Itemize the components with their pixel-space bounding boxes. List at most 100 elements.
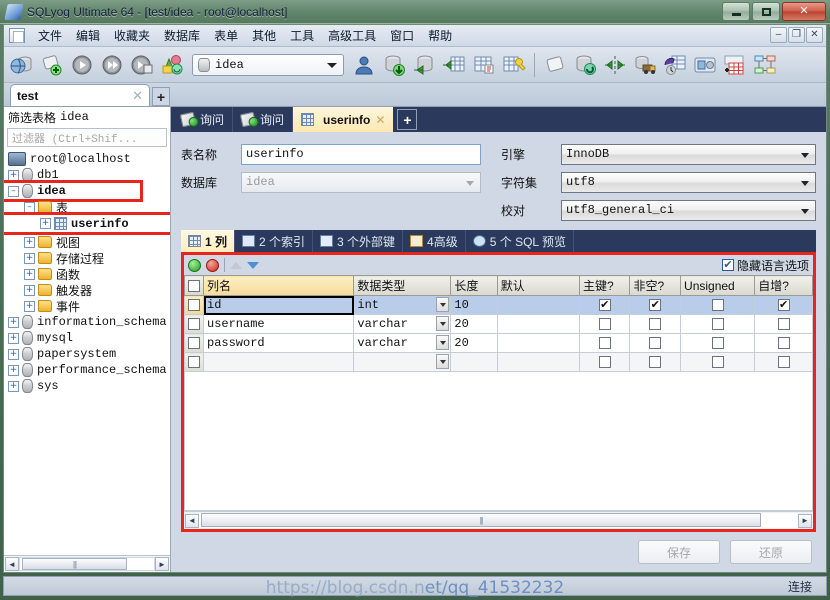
cell-unsigned[interactable]	[680, 333, 756, 353]
expander-icon[interactable]: +	[8, 332, 19, 344]
tab-userinfo[interactable]: userinfo ✕	[293, 107, 394, 132]
checkbox-icon[interactable]	[777, 356, 790, 368]
checkbox-icon[interactable]	[711, 356, 724, 368]
checkbox-icon[interactable]	[649, 356, 662, 368]
new-connection-icon[interactable]	[8, 51, 36, 79]
schema-designer-icon[interactable]	[691, 51, 719, 79]
table-row[interactable]: password varchar 20	[184, 333, 813, 353]
cell-auto-increment[interactable]: ✔	[754, 295, 813, 315]
tree-node-procedures-folder[interactable]: + 存储过程	[4, 250, 170, 266]
cell-column-name[interactable]: username	[202, 314, 355, 334]
row-selector[interactable]	[184, 333, 204, 353]
menu-item-powertools[interactable]: 高级工具	[321, 25, 383, 46]
charset-select[interactable]: utf8	[561, 171, 816, 193]
add-connection-tab-button[interactable]: +	[152, 87, 170, 106]
checkbox-icon[interactable]	[649, 318, 662, 330]
expander-icon[interactable]: –	[24, 201, 35, 213]
backup-icon[interactable]	[631, 51, 659, 79]
checkbox-icon[interactable]	[649, 337, 662, 349]
checkbox-icon[interactable]	[711, 318, 724, 330]
cell-data-type[interactable]: int	[353, 295, 452, 315]
header-column-name[interactable]: 列名	[202, 275, 355, 296]
chevron-down-icon[interactable]	[436, 335, 450, 350]
export-data-icon[interactable]	[410, 51, 438, 79]
table-name-input[interactable]: userinfo	[241, 143, 481, 165]
cell-default[interactable]	[496, 295, 580, 315]
table-row[interactable]: username varchar 20	[184, 314, 813, 334]
header-primary-key[interactable]: 主键?	[578, 275, 631, 296]
cell-primary-key[interactable]	[578, 314, 631, 334]
import-data-icon[interactable]	[380, 51, 408, 79]
expander-icon[interactable]: +	[24, 268, 35, 280]
tree-node-userinfo[interactable]: + userinfo	[4, 212, 170, 235]
mdi-close-button[interactable]: ✕	[806, 27, 823, 43]
chevron-down-icon[interactable]	[436, 354, 450, 369]
subtab-foreign-keys[interactable]: 3 个外部键	[313, 230, 404, 252]
cell-column-name[interactable]	[202, 352, 355, 372]
cell-length[interactable]	[450, 352, 498, 372]
expander-icon[interactable]: +	[40, 218, 51, 229]
menu-item-favorites[interactable]: 收藏夹	[107, 25, 157, 46]
cell-not-null[interactable]	[629, 352, 682, 372]
tree-node-events-folder[interactable]: + 事件	[4, 298, 170, 314]
row-selector[interactable]	[184, 314, 204, 334]
tree-node-functions-folder[interactable]: + 函数	[4, 266, 170, 282]
scroll-right-arrow-icon[interactable]: ►	[155, 557, 169, 571]
cell-auto-increment[interactable]	[754, 352, 813, 372]
expander-icon[interactable]: +	[8, 316, 19, 328]
subtab-columns[interactable]: 1 列	[181, 230, 236, 252]
move-up-icon[interactable]	[230, 261, 242, 269]
cell-column-name[interactable]: password	[202, 333, 355, 353]
object-tree-hscrollbar[interactable]: ◄ ||| ►	[4, 555, 170, 572]
expander-icon[interactable]: +	[24, 284, 35, 296]
checkbox-icon[interactable]	[188, 356, 200, 368]
header-length[interactable]: 长度	[450, 275, 498, 296]
execute-query-icon[interactable]	[68, 51, 96, 79]
cell-primary-key[interactable]	[578, 352, 631, 372]
tree-node-information-schema[interactable]: + information_schema	[4, 314, 170, 330]
new-query-tab-icon[interactable]	[541, 51, 569, 79]
cell-length[interactable]: 20	[450, 333, 498, 353]
add-column-icon[interactable]	[188, 258, 201, 272]
checkbox-icon[interactable]	[598, 318, 611, 330]
header-auto-increment[interactable]: 自增?	[754, 275, 813, 296]
scrollbar-thumb[interactable]: |||	[201, 513, 761, 527]
tree-node-root[interactable]: root@localhost	[4, 151, 170, 167]
window-minimize-button[interactable]	[722, 2, 750, 21]
menu-item-window[interactable]: 窗口	[383, 25, 421, 46]
menu-item-tools[interactable]: 工具	[283, 25, 321, 46]
hide-language-options-toggle[interactable]: ✔ 隐藏语言选项	[721, 257, 809, 274]
data-sync-icon[interactable]	[601, 51, 629, 79]
scroll-left-arrow-icon[interactable]: ◄	[185, 513, 199, 528]
schema-tree-icon[interactable]	[751, 51, 779, 79]
checkbox-icon[interactable]	[188, 299, 200, 311]
cell-auto-increment[interactable]	[754, 314, 813, 334]
expander-icon[interactable]: +	[8, 364, 19, 376]
checkbox-icon[interactable]	[777, 337, 790, 349]
create-table-icon[interactable]	[470, 51, 498, 79]
cell-length[interactable]: 20	[450, 314, 498, 334]
restore-icon[interactable]	[661, 51, 689, 79]
checkbox-icon[interactable]: ✔	[598, 299, 611, 311]
checkbox-icon[interactable]: ✔	[721, 259, 734, 271]
expander-icon[interactable]: +	[8, 169, 19, 181]
collation-select[interactable]: utf8_general_ci	[561, 199, 816, 221]
cell-primary-key[interactable]: ✔	[578, 295, 631, 315]
tree-node-mysql[interactable]: + mysql	[4, 330, 170, 346]
refresh-object-icon[interactable]	[158, 51, 186, 79]
expander-icon[interactable]: –	[8, 185, 19, 197]
cell-not-null[interactable]: ✔	[629, 295, 682, 315]
table-row[interactable]: id int 10 ✔ ✔ ✔	[184, 295, 813, 315]
execute-query-stop-icon[interactable]	[128, 51, 156, 79]
menu-item-others[interactable]: 其他	[245, 25, 283, 46]
row-selector[interactable]	[184, 352, 204, 372]
database-selector[interactable]: idea	[192, 53, 344, 76]
cell-default[interactable]	[496, 352, 580, 372]
checkbox-icon[interactable]	[188, 337, 200, 349]
cell-unsigned[interactable]	[680, 352, 756, 372]
save-button[interactable]: 保存	[638, 540, 720, 564]
table-row[interactable]	[184, 352, 813, 372]
expander-icon[interactable]: +	[24, 252, 35, 264]
scrollbar-thumb[interactable]: |||	[22, 558, 127, 570]
header-not-null[interactable]: 非空?	[629, 275, 682, 296]
